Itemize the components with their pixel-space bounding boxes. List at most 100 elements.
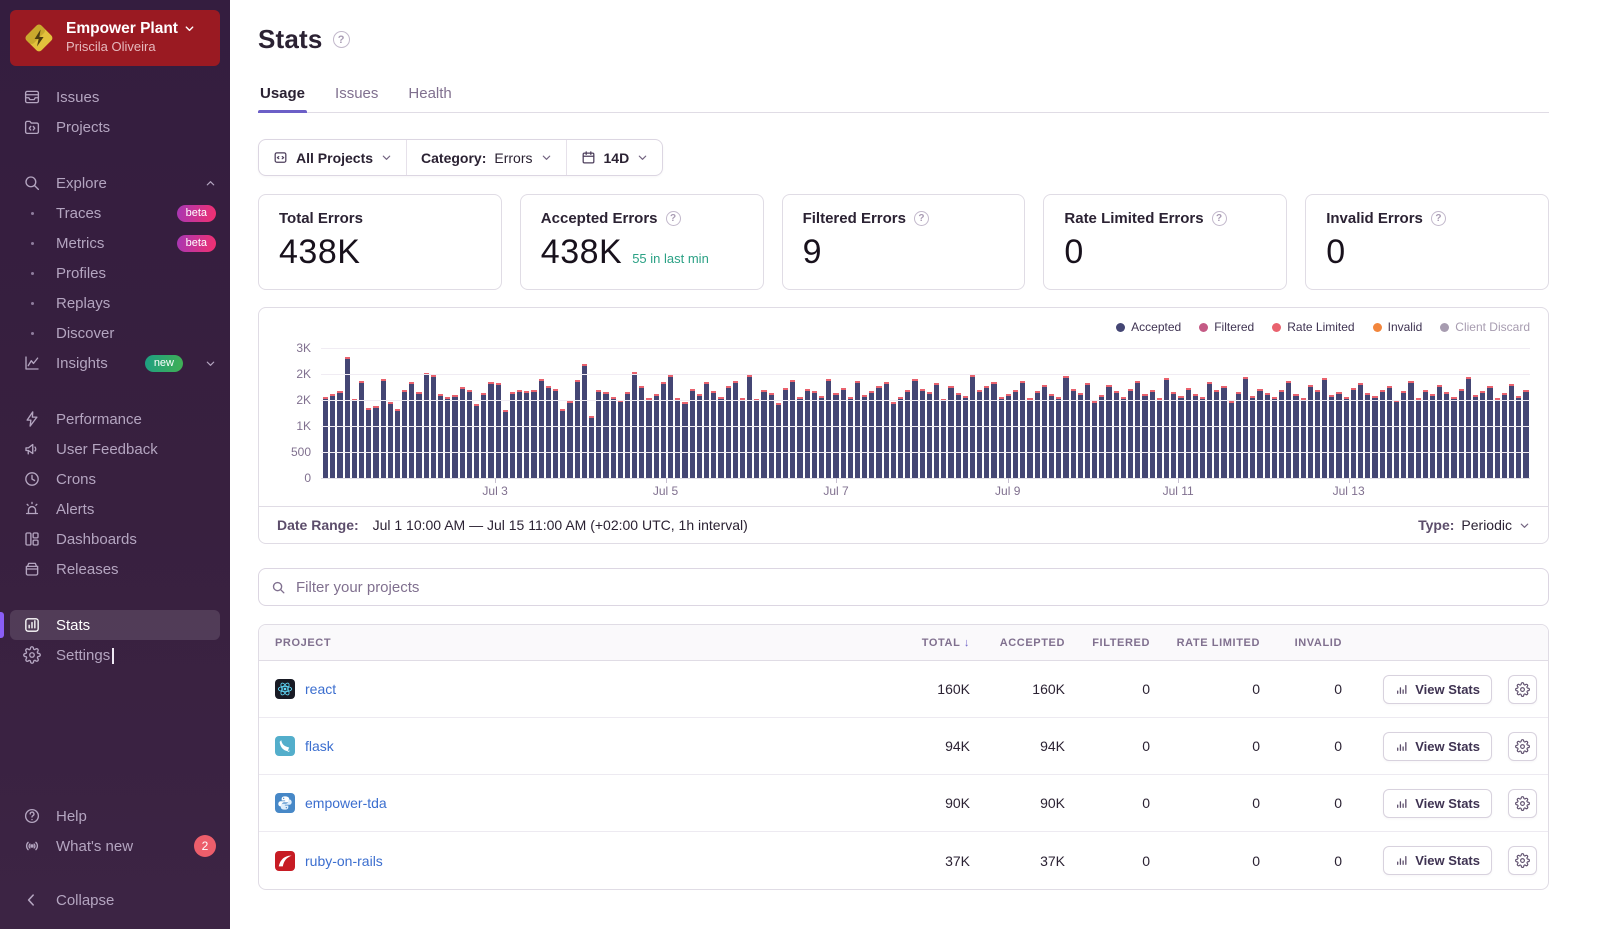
category-filter-value: Errors — [494, 150, 532, 166]
org-switcher[interactable]: Empower Plant Priscila Oliveira — [10, 10, 220, 66]
cell-accepted: 94K — [978, 738, 1073, 754]
project-search-input[interactable] — [296, 579, 1536, 596]
card-help-icon[interactable]: ? — [1431, 211, 1446, 226]
sidebar-item-discover[interactable]: Discover — [0, 318, 230, 348]
chart-bar — [1351, 388, 1356, 478]
card-help-icon[interactable]: ? — [914, 211, 929, 226]
chevron-down-icon — [205, 358, 216, 369]
column-header-rate-limited[interactable]: RATE LIMITED — [1158, 637, 1268, 649]
card-help-icon[interactable]: ? — [1212, 211, 1227, 226]
project-link[interactable]: react — [305, 681, 336, 697]
view-stats-button[interactable]: View Stats — [1383, 675, 1492, 704]
view-stats-button[interactable]: View Stats — [1383, 732, 1492, 761]
chart-bar — [754, 399, 759, 478]
date-range-dropdown[interactable]: 14D — [566, 140, 663, 175]
project-settings-button[interactable] — [1508, 789, 1537, 818]
chart-bar — [776, 403, 781, 478]
cell-total: 160K — [868, 681, 978, 697]
sidebar-item-profiles[interactable]: Profiles — [0, 258, 230, 288]
sidebar-item-settings[interactable]: Settings — [0, 640, 230, 670]
column-header-accepted[interactable]: ACCEPTED — [978, 637, 1073, 649]
sidebar-item-explore[interactable]: Explore — [0, 168, 230, 198]
page-help-icon[interactable]: ? — [333, 31, 350, 48]
usage-chart-panel: Accepted Filtered Rate Limited Invalid Clien… — [258, 307, 1549, 544]
project-filter-dropdown[interactable]: All Projects — [259, 140, 406, 175]
x-axis-tick-label: Jul 11 — [1163, 484, 1194, 498]
column-header-invalid[interactable]: INVALID — [1268, 637, 1350, 649]
chart-bar — [531, 390, 536, 478]
legend-item-rate-limited[interactable]: Rate Limited — [1272, 320, 1354, 334]
sidebar: Empower Plant Priscila Oliveira IssuesPr… — [0, 0, 230, 929]
chart-bar — [1142, 394, 1147, 478]
sidebar-item-projects[interactable]: Projects — [0, 112, 230, 142]
releases-icon — [22, 560, 42, 578]
chart-bar — [345, 357, 350, 478]
sidebar-item-stats[interactable]: Stats — [10, 610, 220, 640]
project-link[interactable]: ruby-on-rails — [305, 853, 383, 869]
chart-bar — [891, 402, 896, 478]
bar-chart-icon — [1395, 854, 1408, 867]
sidebar-item-label: Crons — [56, 471, 216, 488]
sidebar-item-replays[interactable]: Replays — [0, 288, 230, 318]
legend-item-filtered[interactable]: Filtered — [1199, 320, 1254, 334]
chart-bar — [1128, 389, 1133, 478]
y-axis-tick-label: 2K — [296, 367, 311, 381]
sidebar-item-traces[interactable]: Tracesbeta — [0, 198, 230, 228]
gridline — [321, 426, 1530, 427]
project-link[interactable]: flask — [305, 738, 334, 754]
cell-rate-limited: 0 — [1158, 681, 1268, 697]
sidebar-nav-footer: Help What's new2 — [0, 801, 230, 861]
sidebar-item-user-feedback[interactable]: User Feedback — [0, 434, 230, 464]
tab-issues[interactable]: Issues — [333, 85, 380, 112]
view-stats-button[interactable]: View Stats — [1383, 789, 1492, 818]
column-header-filtered[interactable]: FILTERED — [1073, 637, 1158, 649]
project-settings-button[interactable] — [1508, 675, 1537, 704]
chart-type-dropdown[interactable]: Type: Periodic — [1418, 517, 1530, 533]
chart-bar — [510, 392, 515, 478]
sidebar-item-performance[interactable]: Performance — [0, 404, 230, 434]
chart-bar — [1099, 395, 1104, 478]
sidebar-collapse-button[interactable]: Collapse — [0, 885, 230, 915]
notification-count-badge: 2 — [194, 835, 216, 857]
collapse-chevron-icon — [22, 891, 42, 909]
sidebar-item-releases[interactable]: Releases — [0, 554, 230, 584]
chart-bar — [1279, 390, 1284, 478]
sidebar-item-help[interactable]: Help — [0, 801, 230, 831]
cell-rate-limited: 0 — [1158, 738, 1268, 754]
card-help-icon[interactable]: ? — [666, 211, 681, 226]
category-filter-dropdown[interactable]: Category: Errors — [406, 140, 565, 175]
sidebar-item-crons[interactable]: Crons — [0, 464, 230, 494]
legend-item-invalid[interactable]: Invalid — [1373, 320, 1423, 334]
tab-usage[interactable]: Usage — [258, 85, 307, 112]
sidebar-item-alerts[interactable]: Alerts — [0, 494, 230, 524]
chart-bar — [381, 379, 386, 478]
chart-legend: Accepted Filtered Rate Limited Invalid Clien… — [277, 320, 1530, 334]
chart-bar — [761, 390, 766, 478]
cell-invalid: 0 — [1268, 738, 1350, 754]
main-content: Stats ? UsageIssuesHealth All Projects C… — [230, 0, 1620, 929]
chart-bar — [1243, 377, 1248, 478]
sidebar-item-metrics[interactable]: Metricsbeta — [0, 228, 230, 258]
column-header-project[interactable]: PROJECT — [259, 637, 868, 649]
card-value: 9 — [803, 233, 822, 272]
tab-health[interactable]: Health — [406, 85, 453, 112]
x-axis-tick-label: Jul 7 — [823, 484, 848, 498]
legend-label: Invalid — [1388, 320, 1423, 334]
cell-rate-limited: 0 — [1158, 795, 1268, 811]
sidebar-item-issues[interactable]: Issues — [0, 82, 230, 112]
sidebar-item-insights[interactable]: Insightsnew — [0, 348, 230, 378]
legend-item-accepted[interactable]: Accepted — [1116, 320, 1181, 334]
chart-plot — [321, 348, 1530, 478]
sidebar-item-what-s-new[interactable]: What's new2 — [0, 831, 230, 861]
project-link[interactable]: empower-tda — [305, 795, 387, 811]
project-settings-button[interactable] — [1508, 732, 1537, 761]
view-stats-button[interactable]: View Stats — [1383, 846, 1492, 875]
sidebar-item-label: Releases — [56, 561, 216, 578]
column-header-total[interactable]: TOTAL ↓ — [868, 637, 978, 649]
legend-item-client-discard[interactable]: Client Discard — [1440, 320, 1530, 334]
chart-bar — [330, 394, 335, 478]
gear-icon — [1515, 682, 1530, 697]
sidebar-item-dashboards[interactable]: Dashboards — [0, 524, 230, 554]
project-settings-button[interactable] — [1508, 846, 1537, 875]
sidebar-item-label: Help — [56, 808, 216, 825]
